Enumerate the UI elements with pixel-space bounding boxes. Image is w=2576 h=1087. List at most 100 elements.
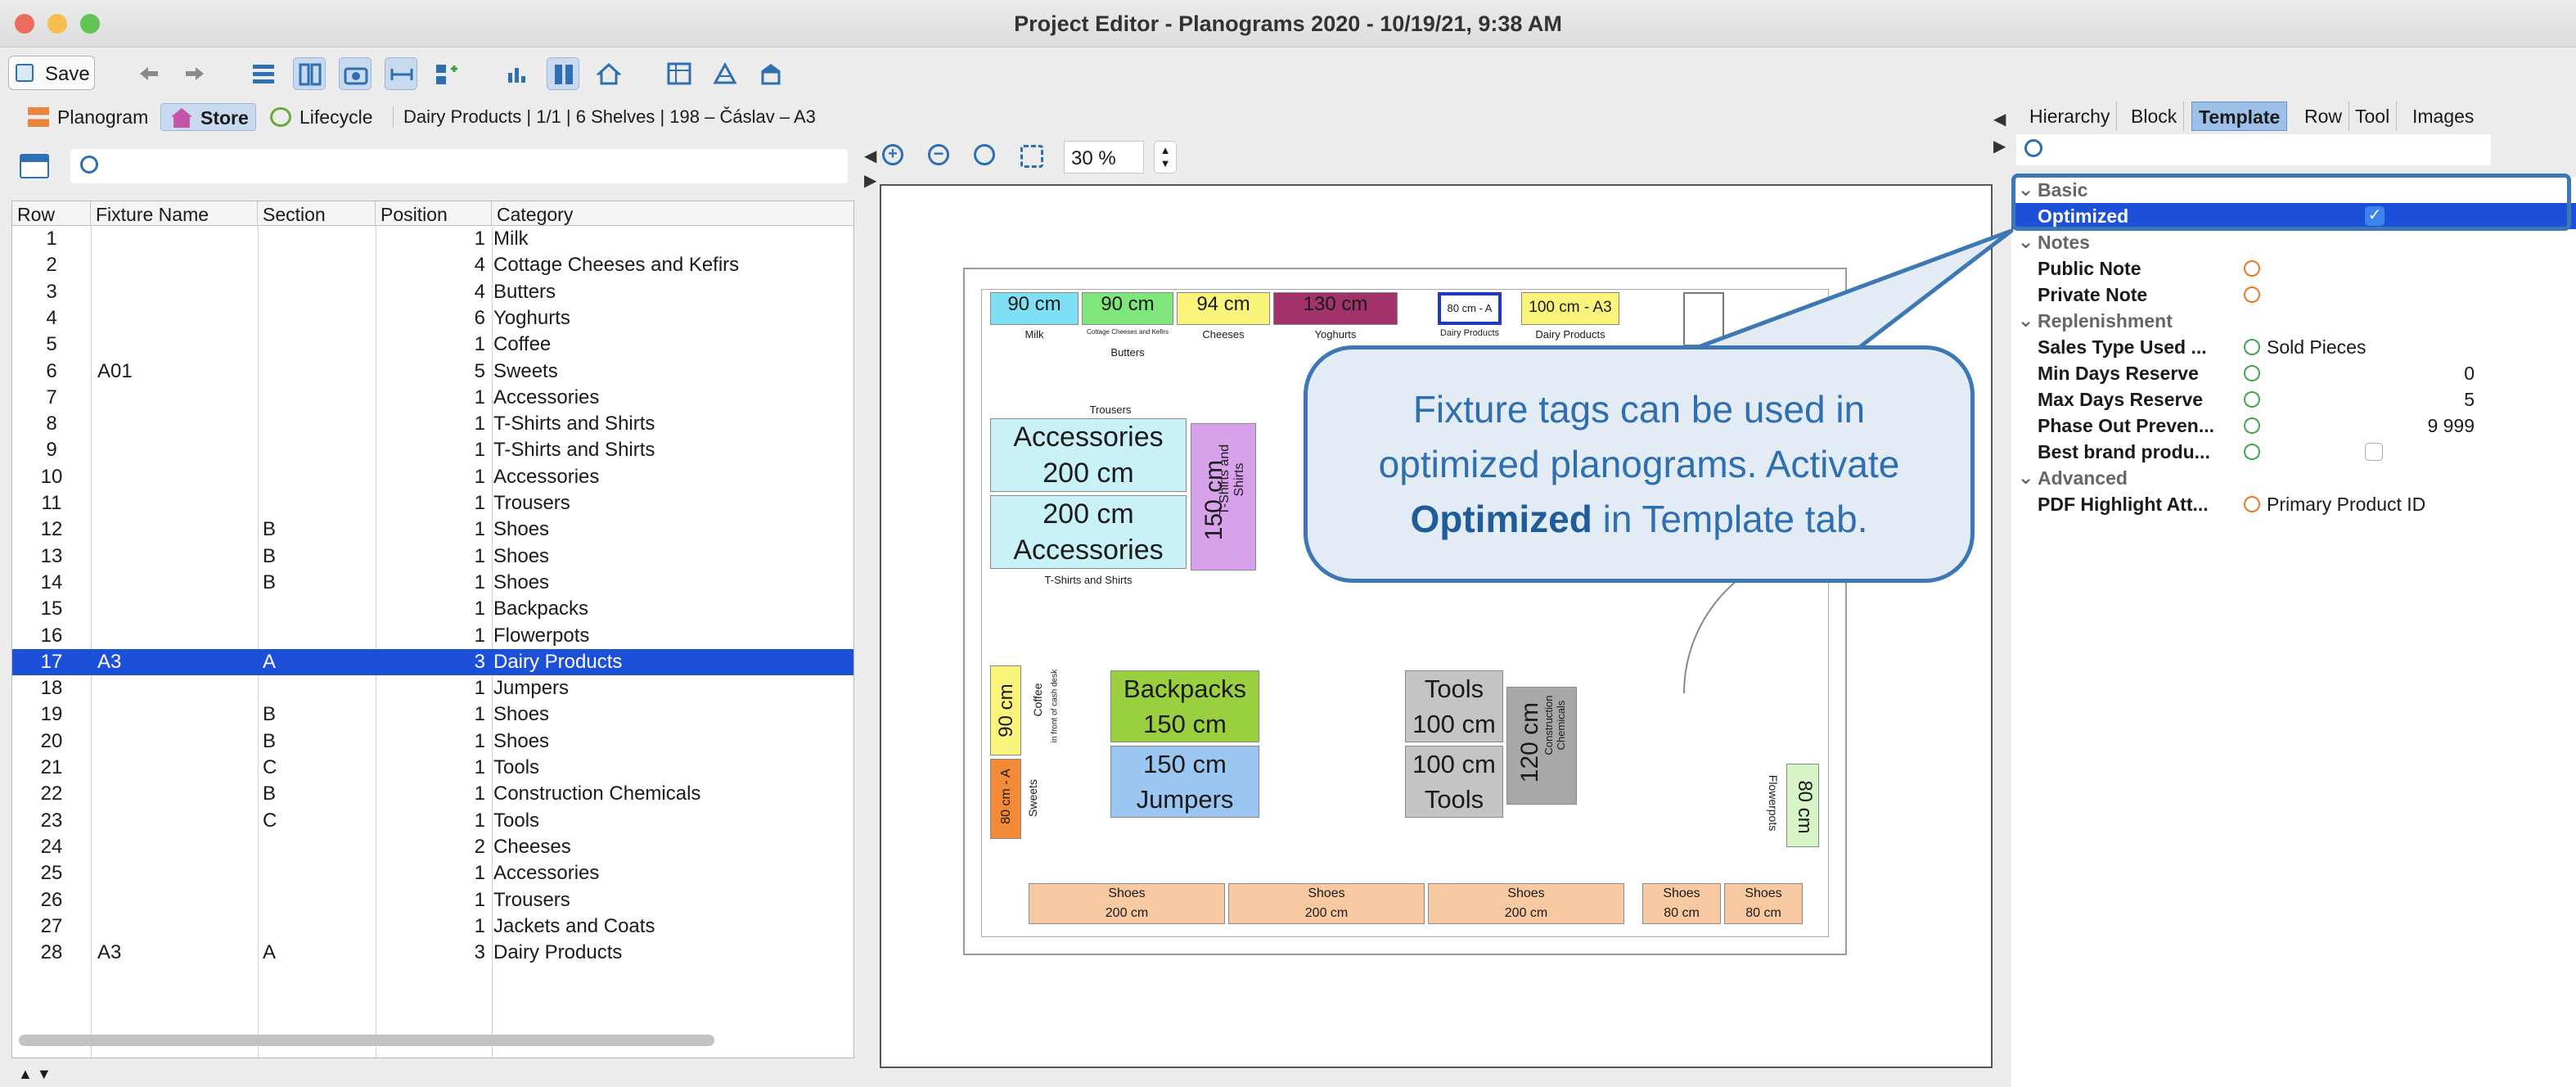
table-row[interactable]: 12 B 1 Shoes	[12, 516, 853, 543]
fixture-milk[interactable]: 90 cm	[990, 292, 1079, 325]
zoom-input[interactable]: 30 %	[1064, 141, 1144, 174]
zoom-in-button[interactable]: +	[880, 142, 910, 172]
tab-tool[interactable]: Tool	[2349, 101, 2398, 131]
header-section[interactable]: Section	[258, 201, 376, 226]
group-replenishment[interactable]: ⌄ Replenishment	[2011, 308, 2576, 334]
table-row[interactable]: 27 1 Jackets and Coats	[12, 913, 853, 940]
chart-tool-button[interactable]	[501, 57, 534, 90]
header-category[interactable]: Category	[492, 201, 853, 226]
table-row[interactable]: 9 1 T-Shirts and Shirts	[12, 437, 853, 463]
property-sales-type[interactable]: Sales Type Used ... Sold Pieces	[2011, 334, 2576, 360]
fixture-tshirts[interactable]: 150 cm T-Shirts and Shirts	[1191, 423, 1256, 571]
collapse-right-icon[interactable]: ◀	[1993, 109, 2006, 129]
table-row[interactable]: 10 1 Accessories	[12, 464, 853, 490]
property-phase-out[interactable]: Phase Out Preven... 9 999	[2011, 413, 2576, 439]
property-max-days[interactable]: Max Days Reserve 5	[2011, 386, 2576, 413]
tab-images[interactable]: Images	[2406, 101, 2480, 131]
building-tool-button[interactable]	[754, 57, 787, 90]
table-row[interactable]: 3 4 Butters	[12, 279, 853, 305]
table-row[interactable]: 2 4 Cottage Cheeses and Kefirs	[12, 252, 853, 278]
fixture-shoes[interactable]: Shoes 200 cm	[1029, 883, 1225, 924]
table-row[interactable]: 8 1 T-Shirts and Shirts	[12, 411, 853, 437]
best-brand-checkbox[interactable]	[2365, 443, 2383, 461]
table-row[interactable]: 4 6 Yoghurts	[12, 305, 853, 332]
planogram-button[interactable]: Planogram	[18, 103, 155, 131]
fixture-flowerpots[interactable]: 80 cm	[1786, 764, 1819, 847]
fixture-accessories-2[interactable]: 200 cm Accessories	[990, 495, 1187, 569]
table-row[interactable]: 13 B 1 Shoes	[12, 544, 853, 570]
sections-view-button[interactable]	[293, 57, 326, 90]
header-row[interactable]: Row	[12, 201, 91, 226]
fixture-shoes[interactable]: Shoes 200 cm	[1428, 883, 1624, 924]
header-fixture-name[interactable]: Fixture Name	[91, 201, 258, 226]
fixture-shoes[interactable]: Shoes 80 cm	[1724, 883, 1803, 924]
table-row[interactable]: 24 2 Cheeses	[12, 834, 853, 860]
zoom-out-button[interactable]: −	[926, 142, 956, 172]
table-row[interactable]: 7 1 Accessories	[12, 385, 853, 411]
camera-button[interactable]	[339, 57, 372, 90]
tab-block[interactable]: Block	[2124, 101, 2185, 131]
tab-template[interactable]: Template	[2191, 101, 2288, 131]
zoom-stepper[interactable]: ▲ ▼	[1154, 141, 1177, 174]
fixture-construction-chemicals[interactable]: 120 cm Construction Chemicals	[1506, 687, 1577, 805]
pattern-tool-button[interactable]	[709, 57, 741, 90]
group-notes[interactable]: ⌄ Notes	[2011, 229, 2576, 255]
table-row[interactable]: 25 1 Accessories	[12, 860, 853, 886]
table-row[interactable]: 15 1 Backpacks	[12, 596, 853, 622]
group-advanced[interactable]: ⌄ Advanced	[2011, 465, 2576, 491]
property-pdf-highlight[interactable]: PDF Highlight Att... Primary Product ID	[2011, 491, 2576, 517]
table-row[interactable]: 14 B 1 Shoes	[12, 570, 853, 596]
columns-tool-button[interactable]	[547, 57, 579, 90]
zoom-fit-button[interactable]	[1018, 142, 1047, 172]
table-row[interactable]: 23 C 1 Tools	[12, 808, 853, 834]
table-row[interactable]: 6 A01 5 Sweets	[12, 359, 853, 385]
splitter-right-icon[interactable]: ▶	[1993, 136, 2006, 156]
property-search-field[interactable]	[2016, 134, 2491, 165]
table-row[interactable]: 21 C 1 Tools	[12, 755, 853, 781]
lifecycle-button[interactable]: Lifecycle	[260, 103, 379, 131]
table-row[interactable]: 28 A3 A 3 Dairy Products	[12, 940, 853, 966]
table-row[interactable]: 1 1 Milk	[12, 226, 853, 252]
tab-row[interactable]: Row	[2298, 101, 2350, 131]
table-view-button[interactable]	[663, 57, 696, 90]
table-row[interactable]: 16 1 Flowerpots	[12, 623, 853, 649]
table-row[interactable]: 17 A3 A 3 Dairy Products	[12, 648, 853, 676]
fixture-tools-1[interactable]: Tools 100 cm	[1405, 670, 1503, 742]
fixture-shoes[interactable]: Shoes 200 cm	[1228, 883, 1425, 924]
fixture-yoghurts[interactable]: 130 cm	[1273, 292, 1398, 325]
collapse-left-icon[interactable]: ◀	[864, 146, 876, 166]
table-row[interactable]: 5 1 Coffee	[12, 332, 853, 358]
tab-hierarchy[interactable]: Hierarchy	[2023, 101, 2118, 131]
table-row[interactable]: 26 1 Trousers	[12, 887, 853, 913]
fixture-backpacks[interactable]: Backpacks 150 cm	[1110, 670, 1259, 742]
shelves-view-button[interactable]	[247, 57, 280, 90]
horizontal-scrollbar[interactable]	[19, 1035, 714, 1046]
fixture-accessories-1[interactable]: Accessories 200 cm	[990, 418, 1187, 492]
fixture-jumpers[interactable]: 150 cm Jumpers	[1110, 746, 1259, 818]
store-button[interactable]: Store	[160, 103, 256, 131]
property-private-note[interactable]: Private Note	[2011, 282, 2576, 308]
redo-button[interactable]	[178, 57, 211, 90]
grid-tool-button[interactable]	[430, 57, 463, 90]
search-field[interactable]	[70, 149, 848, 183]
fixture-cheeses[interactable]: 94 cm	[1177, 292, 1270, 325]
table-row[interactable]: 22 B 1 Construction Chemicals	[12, 781, 853, 807]
property-min-days[interactable]: Min Days Reserve 0	[2011, 360, 2576, 386]
splitter-left-icon[interactable]: ▶	[864, 170, 876, 191]
property-public-note[interactable]: Public Note	[2011, 255, 2576, 282]
zoom-actual-button[interactable]	[972, 142, 1002, 172]
dimensions-button[interactable]	[385, 57, 417, 90]
column-settings-icon[interactable]	[20, 154, 49, 178]
fixture-coffee[interactable]: 90 cm	[990, 665, 1021, 755]
fixture-tools-2[interactable]: 100 cm Tools	[1405, 746, 1503, 818]
fixture-sweets[interactable]: 80 cm - A	[990, 759, 1021, 839]
fixture-cottage-cheeses[interactable]: 90 cm	[1082, 292, 1173, 325]
table-row[interactable]: 20 B 1 Shoes	[12, 728, 853, 755]
fixture-shoes[interactable]: Shoes 80 cm	[1642, 883, 1721, 924]
undo-button[interactable]	[133, 57, 165, 90]
table-row[interactable]: 11 1 Trousers	[12, 490, 853, 516]
table-row[interactable]: 18 1 Jumpers	[12, 675, 853, 701]
sort-arrows-icon[interactable]: ▲ ▼	[18, 1066, 52, 1083]
table-row[interactable]: 19 B 1 Shoes	[12, 701, 853, 728]
header-position[interactable]: Position	[376, 201, 492, 226]
